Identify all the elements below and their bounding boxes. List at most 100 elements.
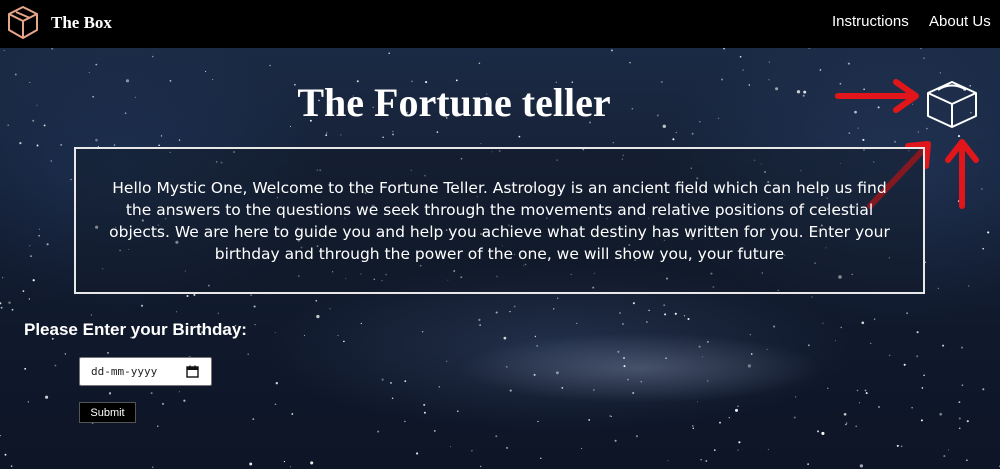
star — [840, 326, 842, 329]
star — [391, 397, 394, 399]
box-logo-icon[interactable] — [6, 4, 40, 42]
star — [768, 61, 770, 63]
star — [60, 143, 63, 146]
star — [478, 318, 481, 321]
star — [503, 336, 507, 340]
star — [150, 392, 153, 395]
star — [807, 344, 810, 347]
star — [29, 245, 31, 247]
star — [817, 430, 819, 433]
star — [310, 461, 314, 465]
star — [404, 420, 406, 423]
star — [416, 452, 419, 455]
star — [10, 465, 13, 468]
star — [982, 388, 985, 391]
star — [433, 429, 436, 432]
star — [326, 132, 328, 134]
nav-link-instructions[interactable]: Instructions — [832, 13, 909, 30]
star — [46, 243, 49, 246]
birthday-date-input[interactable]: dd-mm-yyyy — [79, 357, 212, 386]
star — [864, 389, 867, 392]
star — [859, 402, 861, 404]
star — [113, 144, 116, 146]
star — [540, 457, 542, 460]
star — [505, 446, 509, 449]
star — [479, 465, 482, 468]
star — [617, 350, 620, 353]
star — [687, 317, 690, 321]
star — [518, 135, 521, 138]
star — [619, 312, 621, 314]
star — [739, 55, 742, 58]
calendar-icon[interactable] — [186, 365, 199, 378]
star — [109, 391, 111, 394]
star — [692, 425, 694, 427]
star — [610, 415, 612, 417]
star — [859, 464, 864, 468]
star — [160, 135, 163, 137]
star — [772, 325, 776, 328]
star — [19, 142, 22, 145]
star — [32, 279, 35, 282]
star — [920, 419, 923, 422]
star — [275, 382, 278, 385]
star — [987, 231, 990, 234]
star — [906, 312, 908, 315]
star — [0, 302, 2, 305]
star — [667, 460, 669, 462]
star — [50, 160, 53, 162]
star — [27, 401, 29, 403]
star — [819, 69, 822, 71]
star — [911, 407, 913, 409]
star — [0, 434, 1, 437]
star — [610, 49, 613, 52]
star — [205, 70, 207, 72]
star — [827, 387, 829, 390]
star — [38, 234, 40, 237]
star — [737, 405, 739, 407]
starfield-background: The Fortune teller Hello Mystic One, Wel… — [0, 48, 1000, 469]
star — [423, 411, 426, 414]
star — [254, 323, 256, 326]
star — [675, 132, 677, 134]
star — [329, 308, 331, 310]
star — [390, 381, 392, 384]
star — [750, 353, 753, 355]
star — [916, 331, 919, 334]
star — [64, 353, 67, 355]
star — [343, 340, 345, 343]
star — [698, 345, 701, 348]
star — [36, 144, 39, 147]
star — [807, 463, 809, 465]
star — [865, 392, 868, 395]
star — [290, 466, 292, 468]
star — [340, 134, 342, 136]
star — [0, 306, 3, 309]
star — [303, 334, 305, 336]
star — [855, 425, 858, 428]
star — [88, 72, 90, 74]
star — [966, 420, 969, 423]
brand-name[interactable]: The Box — [51, 13, 112, 33]
submit-button[interactable]: Submit — [79, 402, 136, 423]
star — [446, 360, 448, 362]
star — [737, 449, 739, 451]
star — [961, 384, 964, 387]
star — [646, 321, 648, 323]
star — [183, 399, 186, 402]
star — [381, 378, 384, 381]
star — [151, 55, 154, 58]
star — [923, 374, 925, 377]
star — [186, 294, 189, 298]
star — [152, 466, 154, 468]
star — [3, 50, 5, 52]
star — [360, 322, 362, 325]
star — [921, 387, 924, 389]
nav-link-about-us[interactable]: About Us — [929, 13, 991, 30]
star — [664, 313, 667, 316]
star — [723, 48, 726, 50]
star — [8, 301, 11, 304]
star — [509, 311, 511, 313]
star — [749, 333, 751, 336]
star — [315, 299, 318, 302]
